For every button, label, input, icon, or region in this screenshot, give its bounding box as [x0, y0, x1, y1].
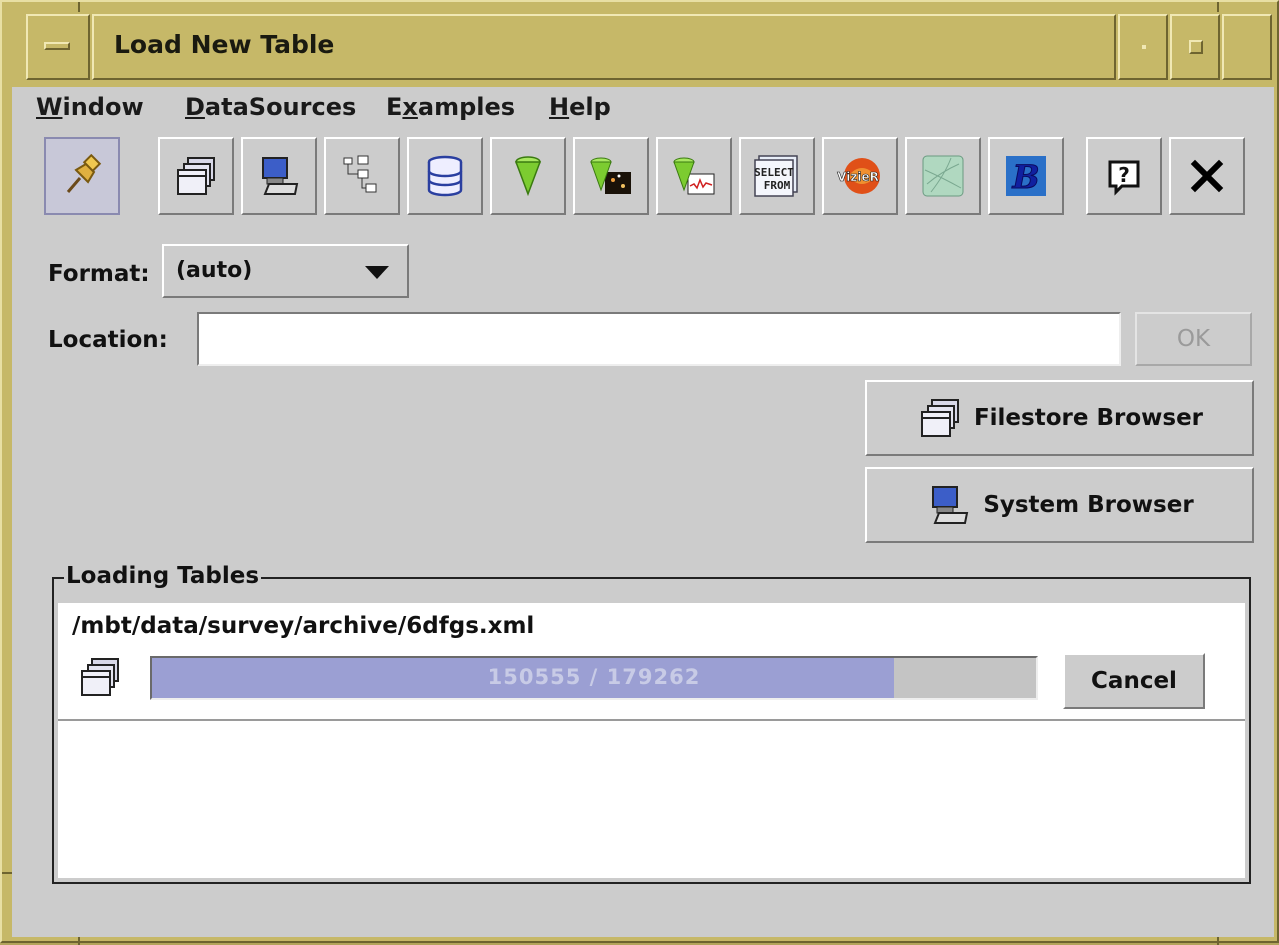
- svg-text:B: B: [1011, 158, 1039, 196]
- menu-help-label: elp: [569, 93, 611, 121]
- load-progress-text: 150555 / 179262: [487, 665, 701, 689]
- sql-query-tool[interactable]: SELECT FROM: [739, 137, 815, 215]
- cone-icon: [514, 156, 542, 197]
- menu-datasources-mnemonic: D: [185, 93, 205, 121]
- loading-tables-title: Loading Tables: [64, 563, 262, 589]
- sky-map-tool[interactable]: [905, 137, 981, 215]
- database-tool[interactable]: [407, 137, 483, 215]
- loading-file-path: /mbt/data/survey/archive/6dfgs.xml: [72, 613, 535, 639]
- maximize-button[interactable]: [1170, 14, 1220, 80]
- menu-datasources-label: ataSources: [204, 93, 357, 121]
- loading-tables-group: Loading Tables /mbt/data/survey/archive/…: [52, 563, 1251, 884]
- frame-notch: [78, 2, 80, 12]
- svg-text:FROM: FROM: [764, 179, 791, 192]
- ok-button[interactable]: OK: [1135, 312, 1252, 366]
- pin-button[interactable]: [44, 137, 120, 215]
- maximize-icon: [1189, 40, 1203, 54]
- ok-button-label: OK: [1176, 326, 1211, 352]
- bibcode-tool[interactable]: B: [988, 137, 1064, 215]
- sky-map-icon: [922, 155, 964, 197]
- bibcode-icon: B: [1006, 156, 1046, 197]
- chevron-down-icon: [365, 266, 389, 279]
- format-label: Format:: [48, 261, 150, 287]
- menu-window-mnemonic: W: [36, 93, 63, 121]
- loading-tables-list: /mbt/data/survey/archive/6dfgs.xml 15055…: [58, 603, 1245, 878]
- frame-notch: [1217, 2, 1219, 12]
- hierarchy-icon: [343, 155, 377, 193]
- vizier-tool[interactable]: VizieR: [822, 137, 898, 215]
- cone-spectrum-icon: [673, 157, 715, 195]
- window-frame: Load New Table Window DataSources Exampl…: [0, 0, 1279, 945]
- filestore-icon: [81, 658, 119, 696]
- menu-help-mnemonic: H: [549, 93, 570, 121]
- filestore-browser-label: Filestore Browser: [973, 405, 1204, 431]
- svg-text:SELECT: SELECT: [754, 166, 794, 179]
- location-label: Location:: [48, 327, 168, 353]
- cone-sky-icon: [590, 157, 631, 194]
- system-browser-icon: [262, 157, 299, 195]
- filestore-browser-tool[interactable]: [158, 137, 234, 215]
- window-menu-icon: [44, 42, 70, 50]
- menu-window[interactable]: Window: [36, 93, 144, 121]
- format-select[interactable]: (auto): [162, 244, 409, 298]
- filestore-icon: [177, 157, 215, 195]
- minimize-button[interactable]: [1118, 14, 1168, 80]
- cone-search-tool[interactable]: [490, 137, 566, 215]
- title-bar[interactable]: Load New Table: [12, 14, 1274, 84]
- location-input[interactable]: [197, 312, 1121, 366]
- system-browser-button[interactable]: System Browser: [865, 467, 1254, 543]
- help-icon: ?: [1108, 160, 1140, 196]
- list-item: /mbt/data/survey/archive/6dfgs.xml 15055…: [58, 603, 1245, 721]
- menu-examples-mnemonic: x: [402, 93, 418, 121]
- resize-corner[interactable]: [1222, 14, 1272, 80]
- format-select-value: (auto): [176, 258, 253, 283]
- frame-notch: [2, 872, 12, 874]
- load-progress-bar: 150555 / 179262: [150, 656, 1038, 700]
- hierarchy-tool[interactable]: [324, 137, 400, 215]
- menu-examples-prefix: E: [386, 93, 403, 121]
- menu-window-label: indow: [62, 93, 144, 121]
- database-icon: [427, 155, 463, 197]
- system-browser-label: System Browser: [983, 492, 1194, 518]
- help-button[interactable]: ?: [1086, 137, 1162, 215]
- cancel-button-label: Cancel: [1091, 668, 1177, 694]
- close-button[interactable]: [1169, 137, 1245, 215]
- filestore-icon: [920, 399, 959, 437]
- svg-text:VizieR: VizieR: [837, 170, 879, 184]
- menu-bar: Window DataSources Examples Help: [12, 87, 1274, 127]
- svg-text:?: ?: [1118, 163, 1130, 187]
- system-browser-tool[interactable]: [241, 137, 317, 215]
- cancel-button[interactable]: Cancel: [1063, 653, 1205, 709]
- vizier-icon: VizieR: [837, 158, 880, 194]
- menu-examples-label: amples: [417, 93, 516, 121]
- window-menu-button[interactable]: [26, 14, 90, 80]
- sql-select-icon: SELECT FROM: [754, 155, 798, 197]
- system-browser-icon: [932, 486, 969, 524]
- menu-examples[interactable]: Examples: [386, 93, 515, 121]
- close-icon: [1190, 159, 1224, 193]
- title-area[interactable]: Load New Table: [92, 14, 1116, 80]
- dialog-content: Window DataSources Examples Help SELECT …: [12, 87, 1274, 937]
- menu-help[interactable]: Help: [549, 93, 611, 121]
- window-title: Load New Table: [114, 30, 335, 59]
- cone-spectrum-tool[interactable]: [656, 137, 732, 215]
- filestore-browser-button[interactable]: Filestore Browser: [865, 380, 1254, 456]
- cone-sky-tool[interactable]: [573, 137, 649, 215]
- pin-icon: [66, 154, 102, 193]
- menu-datasources[interactable]: DataSources: [185, 93, 356, 121]
- minimize-icon: [1142, 45, 1146, 49]
